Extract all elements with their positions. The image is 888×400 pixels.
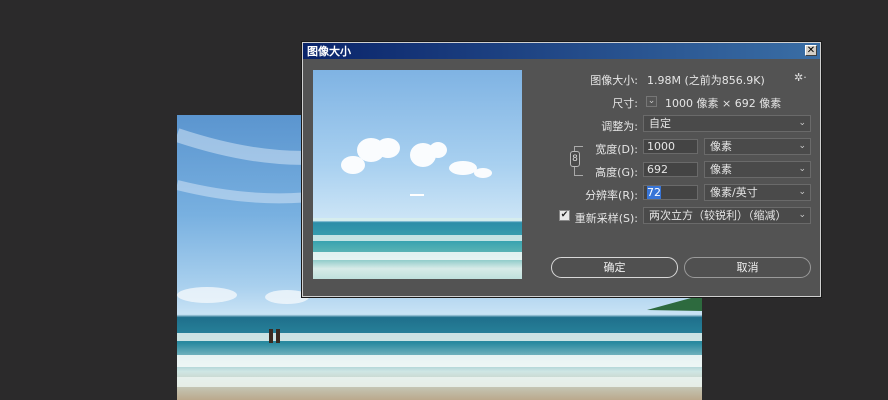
resample-value: 两次立方（较锐利）（缩减） — [649, 209, 787, 222]
chevron-down-icon: ⌄ — [798, 164, 806, 174]
chevron-down-icon[interactable]: ⌄ — [646, 96, 657, 107]
resolution-unit-select[interactable]: 像素/英寸 ⌄ — [704, 184, 811, 201]
resolution-unit-value: 像素/英寸 — [710, 186, 758, 199]
gear-icon[interactable]: ✲· — [794, 71, 807, 84]
fit-to-value: 自定 — [649, 117, 671, 130]
image-preview[interactable] — [313, 70, 522, 279]
resolution-value: 72 — [647, 186, 661, 199]
resample-select[interactable]: 两次立方（较锐利）（缩减） ⌄ — [643, 207, 811, 224]
chevron-down-icon: ⌄ — [798, 141, 806, 151]
height-input[interactable]: 692 — [643, 162, 698, 177]
width-unit-select[interactable]: 像素 ⌄ — [704, 138, 811, 155]
height-label: 高度(G): — [595, 166, 638, 179]
width-label: 宽度(D): — [595, 143, 638, 156]
image-size-value: 1.98M (之前为856.9K) — [647, 74, 765, 87]
dialog-title: 图像大小 — [307, 45, 351, 58]
resample-label: 重新采样(S): — [574, 212, 638, 225]
dimensions-value: 1000 像素 × 692 像素 — [665, 97, 782, 110]
width-input[interactable]: 1000 — [643, 139, 698, 154]
dialog-titlebar[interactable]: 图像大小 ✕ — [303, 43, 820, 59]
image-size-dialog: 图像大小 ✕ 图像大小: 1.98M (之前为856.9K) ✲· 尺寸: ⌄ … — [302, 42, 821, 297]
close-icon[interactable]: ✕ — [805, 45, 817, 56]
width-unit-value: 像素 — [710, 140, 732, 153]
chevron-down-icon: ⌄ — [798, 210, 806, 220]
fit-to-select[interactable]: 自定 ⌄ — [643, 115, 811, 132]
chevron-down-icon: ⌄ — [798, 187, 806, 197]
height-unit-value: 像素 — [710, 163, 732, 176]
chevron-down-icon: ⌄ — [798, 118, 806, 128]
height-unit-select[interactable]: 像素 ⌄ — [704, 161, 811, 178]
image-size-label: 图像大小: — [590, 74, 638, 87]
resolution-label: 分辨率(R): — [585, 189, 638, 202]
ok-button[interactable]: 确定 — [551, 257, 678, 278]
dimensions-label: 尺寸: — [612, 97, 638, 110]
fit-to-label: 调整为: — [601, 120, 638, 133]
cancel-button[interactable]: 取消 — [684, 257, 811, 278]
resolution-input[interactable]: 72 — [643, 185, 698, 200]
